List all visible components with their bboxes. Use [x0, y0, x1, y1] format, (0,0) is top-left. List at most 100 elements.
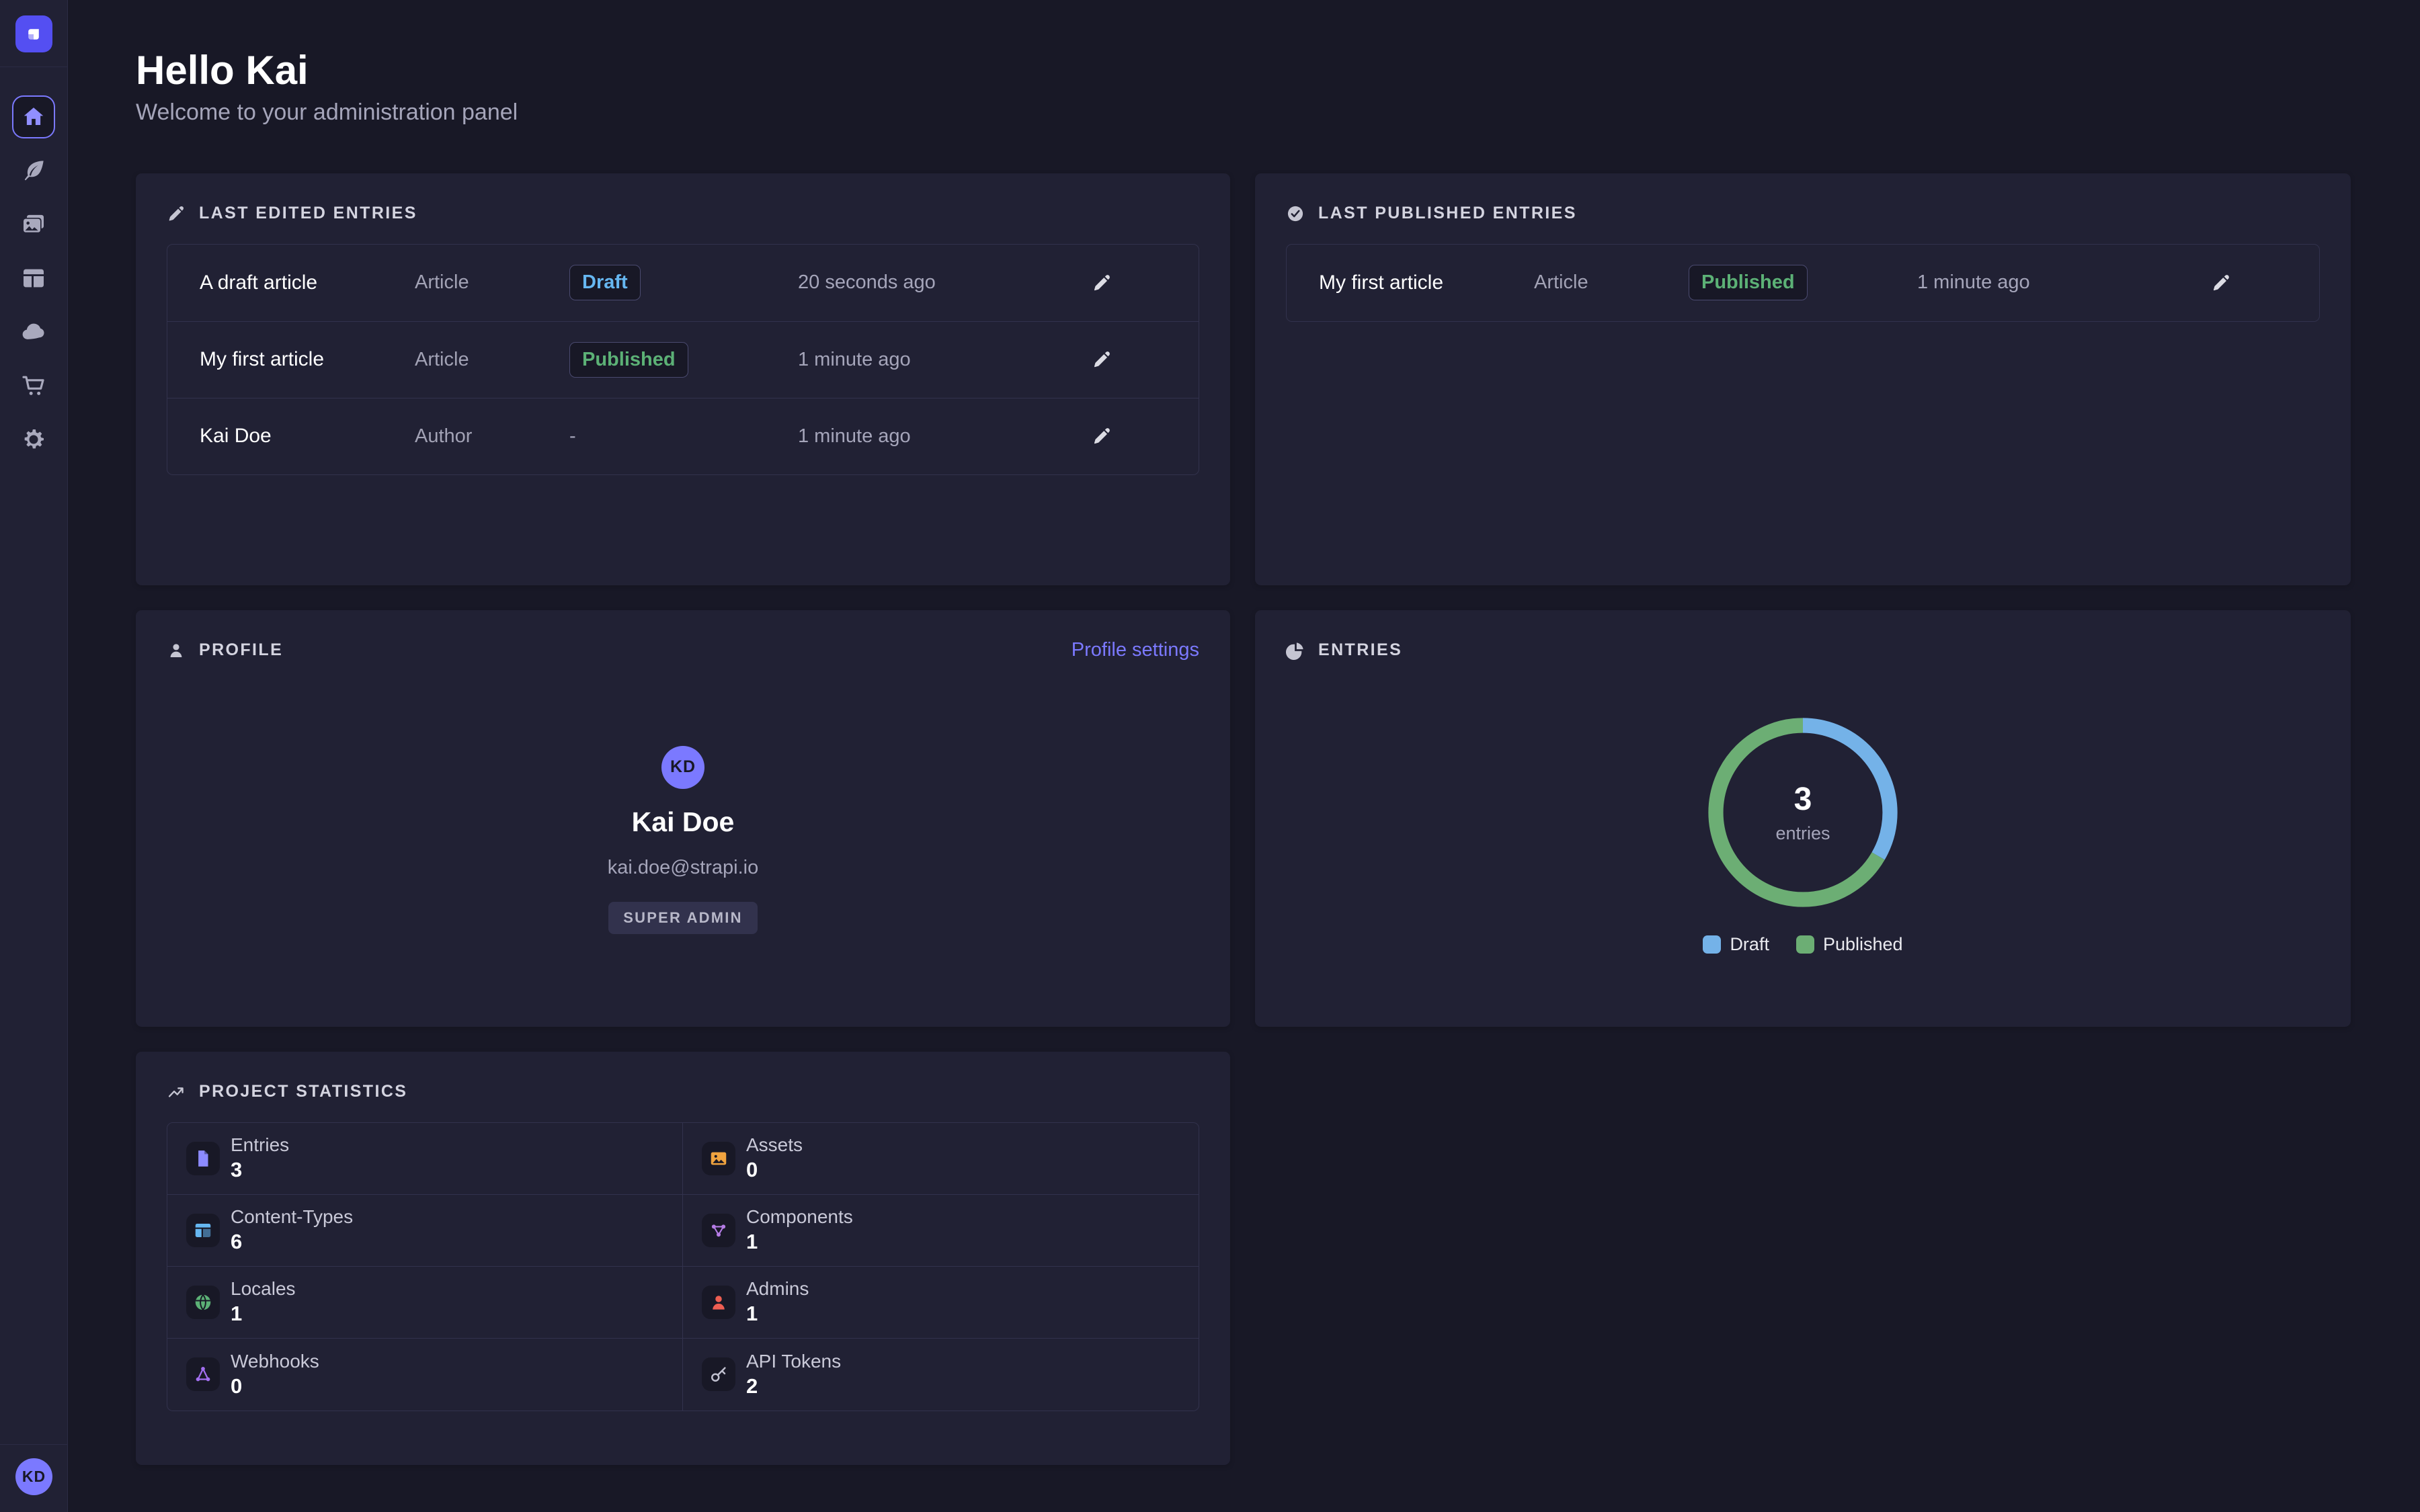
entry-name: Kai Doe [200, 425, 415, 448]
pencil-icon [167, 204, 186, 223]
admin-user-icon [709, 1292, 729, 1312]
sidebar-item-content-type-builder[interactable] [12, 257, 55, 300]
entry-time: 1 minute ago [1917, 271, 2206, 294]
stat-value: 0 [231, 1375, 319, 1398]
table-row[interactable]: My first article Article Published 1 min… [1287, 245, 2319, 321]
trend-icon [167, 1083, 186, 1101]
stat-value: 1 [746, 1302, 809, 1325]
entry-type: Author [415, 425, 569, 448]
card-header: LAST EDITED ENTRIES [167, 202, 1199, 226]
stat-icon-tile [702, 1357, 735, 1391]
card-title: ENTRIES [1318, 640, 1402, 660]
sidebar-item-media-library[interactable] [12, 203, 55, 246]
stat-label: Admins [746, 1279, 809, 1300]
card-header: PROJECT STATISTICS [167, 1080, 1199, 1104]
media-library-icon [20, 211, 47, 238]
stat-label: Components [746, 1207, 853, 1228]
legend-label: Published [1823, 934, 1903, 955]
sidebar-item-content-manager[interactable] [12, 149, 55, 192]
stat-value: 1 [231, 1302, 296, 1325]
legend-item-draft: Draft [1703, 934, 1769, 955]
card-header: LAST PUBLISHED ENTRIES [1286, 202, 2320, 226]
last-published-entries-card: LAST PUBLISHED ENTRIES My first article … [1255, 173, 2351, 585]
published-swatch [1796, 935, 1814, 954]
puzzle-icon [709, 1220, 729, 1241]
strapi-logo-icon [22, 23, 45, 46]
profile-settings-link[interactable]: Profile settings [1072, 639, 1199, 661]
edit-entry-button[interactable] [1087, 345, 1117, 374]
sidebar-item-cloud[interactable] [12, 310, 55, 353]
entry-type: Article [415, 271, 569, 294]
table-row[interactable]: Kai Doe Author - 1 minute ago [167, 398, 1199, 474]
globe-icon [193, 1292, 213, 1312]
stat-icon-tile [702, 1142, 735, 1175]
profile-email: kai.doe@strapi.io [608, 857, 759, 879]
entry-time: 1 minute ago [798, 349, 1087, 371]
sidebar-item-home[interactable] [12, 95, 55, 138]
stat-value: 3 [231, 1159, 289, 1181]
stat-webhooks: Webhooks 0 [167, 1339, 683, 1411]
status-badge: Draft [569, 265, 641, 300]
card-title: PROJECT STATISTICS [199, 1082, 407, 1101]
gear-icon [20, 426, 47, 453]
cart-icon [20, 372, 47, 399]
table-row[interactable]: A draft article Article Draft 20 seconds… [167, 245, 1199, 321]
stat-icon-tile [702, 1286, 735, 1319]
webhook-icon [193, 1364, 213, 1384]
project-statistics-table: Entries 3 Assets [167, 1122, 1199, 1411]
stat-assets: Assets 0 [683, 1123, 1199, 1195]
card-header: PROFILE Profile settings [167, 638, 1199, 663]
stat-icon-tile [186, 1357, 220, 1391]
stat-content-types: Content-Types 6 [167, 1195, 683, 1267]
table-row[interactable]: My first article Article Published 1 min… [167, 321, 1199, 398]
edit-pencil-icon [1092, 273, 1112, 293]
stat-label: Locales [231, 1279, 296, 1300]
pie-chart-icon [1286, 641, 1305, 660]
profile-avatar: KD [661, 746, 704, 789]
status-badge: - [569, 425, 576, 448]
entries-count-label: entries [1775, 823, 1830, 844]
widgets-grid: LAST EDITED ENTRIES A draft article Arti… [136, 173, 2351, 1465]
stat-value: 6 [231, 1230, 353, 1253]
profile-card: PROFILE Profile settings KD Kai Doe kai.… [136, 610, 1230, 1027]
legend-item-published: Published [1796, 934, 1903, 955]
edit-pencil-icon [2211, 273, 2231, 293]
user-avatar[interactable]: KD [15, 1458, 52, 1495]
sidebar-nav [12, 95, 55, 472]
sidebar-item-marketplace[interactable] [12, 364, 55, 407]
profile-body: KD Kai Doe kai.doe@strapi.io SUPER ADMIN [167, 663, 1199, 934]
strapi-admin-app: KD Hello Kai Welcome to your administrat… [0, 0, 2420, 1512]
stat-locales: Locales 1 [167, 1267, 683, 1339]
sidebar-item-settings[interactable] [12, 418, 55, 461]
donut-center: 3 entries [1705, 715, 1900, 910]
empty-grid-cell [1255, 1052, 2351, 1465]
stat-components: Components 1 [683, 1195, 1199, 1267]
stat-value: 0 [746, 1159, 803, 1181]
entry-name: A draft article [200, 271, 415, 294]
edit-pencil-icon [1092, 426, 1112, 446]
entries-donut-chart: 3 entries [1705, 715, 1900, 910]
layout-icon [20, 265, 47, 292]
home-icon [21, 104, 46, 130]
page-subtitle: Welcome to your administration panel [136, 99, 2351, 126]
edit-entry-button[interactable] [1087, 421, 1117, 451]
edit-pencil-icon [1092, 349, 1112, 370]
stat-icon-tile [186, 1286, 220, 1319]
project-statistics-card: PROJECT STATISTICS Entries 3 [136, 1052, 1230, 1465]
stat-label: Webhooks [231, 1351, 319, 1372]
card-title: PROFILE [199, 640, 283, 660]
edit-entry-button[interactable] [2206, 268, 2236, 298]
last-published-table: My first article Article Published 1 min… [1286, 244, 2320, 322]
last-edited-entries-card: LAST EDITED ENTRIES A draft article Arti… [136, 173, 1230, 585]
check-circle-icon [1286, 204, 1305, 223]
stat-api-tokens: API Tokens 2 [683, 1339, 1199, 1411]
edit-entry-button[interactable] [1087, 268, 1117, 298]
legend-label: Draft [1730, 934, 1769, 955]
stat-icon-tile [702, 1214, 735, 1247]
stat-value: 2 [746, 1375, 841, 1398]
profile-name: Kai Doe [632, 806, 735, 838]
entries-count: 3 [1794, 781, 1812, 818]
feather-icon [20, 157, 47, 184]
strapi-logo[interactable] [15, 15, 52, 52]
draft-swatch [1703, 935, 1721, 954]
